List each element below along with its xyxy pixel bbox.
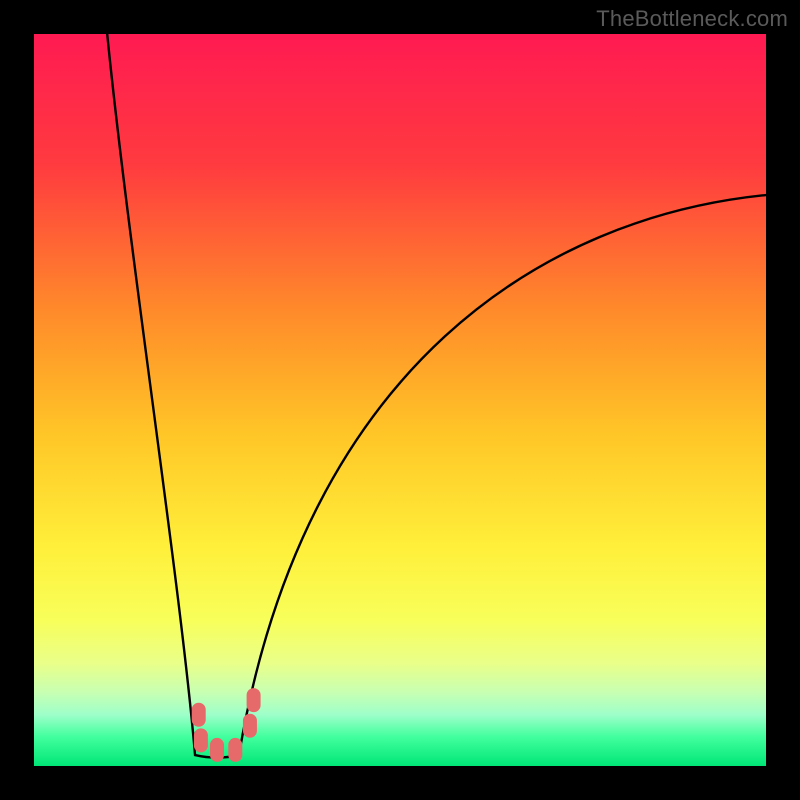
watermark-text: TheBottleneck.com <box>596 6 788 32</box>
plot-area <box>34 34 766 766</box>
curve-marker <box>192 703 206 727</box>
curve-marker <box>194 728 208 752</box>
curve-marker <box>247 688 261 712</box>
curve-marker <box>243 714 257 738</box>
gradient-background <box>34 34 766 766</box>
chart-frame: TheBottleneck.com <box>0 0 800 800</box>
bottleneck-chart <box>34 34 766 766</box>
curve-marker <box>210 738 224 762</box>
curve-marker <box>228 738 242 762</box>
